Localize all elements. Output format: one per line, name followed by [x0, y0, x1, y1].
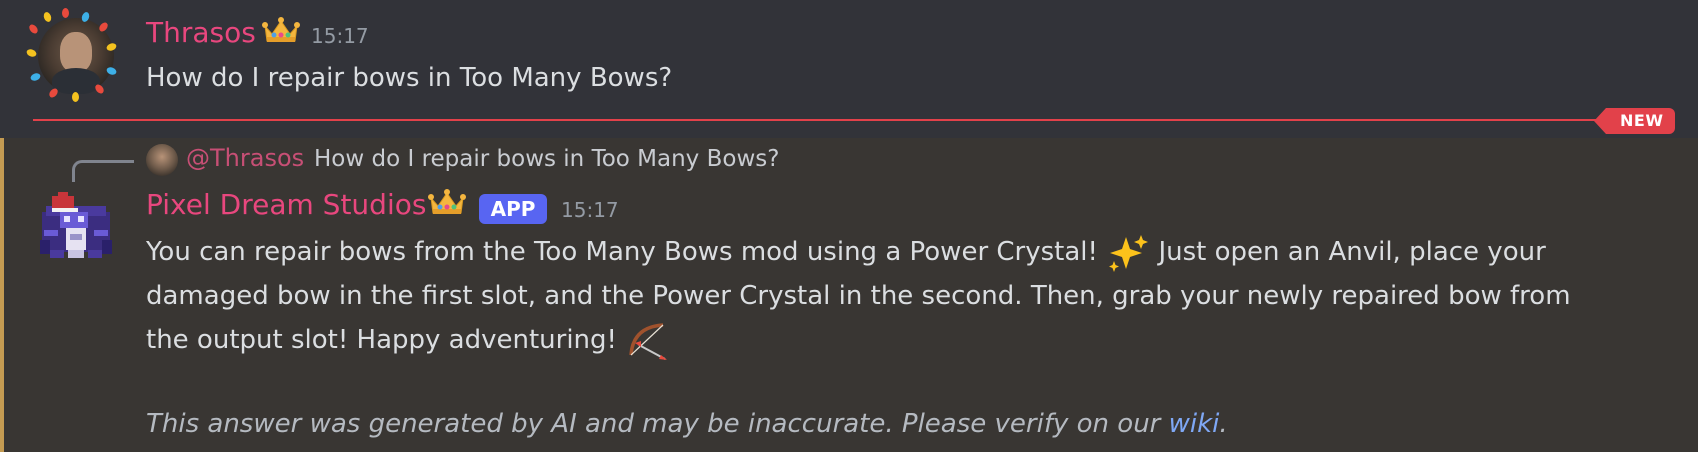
reply-content[interactable]: How do I repair bows in Too Many Bows? — [314, 146, 779, 172]
message-text: the output slot! Happy adventuring! — [146, 325, 617, 355]
message-content: How do I repair bows in Too Many Bows? — [146, 63, 673, 93]
reply-connector — [72, 160, 134, 182]
reply-avatar[interactable] — [146, 144, 178, 176]
bow-and-arrow-icon — [629, 322, 668, 360]
message-text: Just open an Anvil, place your — [1158, 237, 1546, 267]
message-line-2: damaged bow in the first slot, and the P… — [146, 281, 1571, 311]
message-text: You can repair bows from the Too Many Bo… — [146, 237, 1098, 267]
bot-avatar[interactable] — [38, 190, 114, 266]
username[interactable]: Thrasos — [146, 16, 256, 49]
mention-highlight-bar — [0, 138, 4, 452]
ai-disclaimer: This answer was generated by AI and may … — [146, 402, 1228, 446]
bot-username[interactable]: Pixel Dream Studios — [146, 188, 426, 221]
message-line-1: You can repair bows from the Too Many Bo… — [146, 230, 1546, 274]
timestamp: 15:17 — [561, 198, 619, 222]
reply-username[interactable]: @Thrasos — [186, 144, 304, 172]
new-badge: NEW — [1593, 108, 1676, 134]
app-badge: APP — [479, 194, 547, 224]
wiki-link[interactable]: wiki — [1169, 409, 1220, 439]
disclaimer-text: This answer was generated by AI and may … — [146, 409, 1161, 439]
sparkles-icon — [1109, 234, 1149, 272]
avatar-face — [60, 32, 92, 72]
avatar-suit — [52, 68, 100, 94]
crown-icon — [428, 189, 466, 214]
message-line-3: the output slot! Happy adventuring! — [146, 318, 669, 362]
timestamp: 15:17 — [311, 24, 369, 48]
new-messages-divider — [33, 119, 1613, 121]
crown-icon — [262, 17, 300, 42]
disclaimer-suffix: . — [1219, 409, 1228, 439]
